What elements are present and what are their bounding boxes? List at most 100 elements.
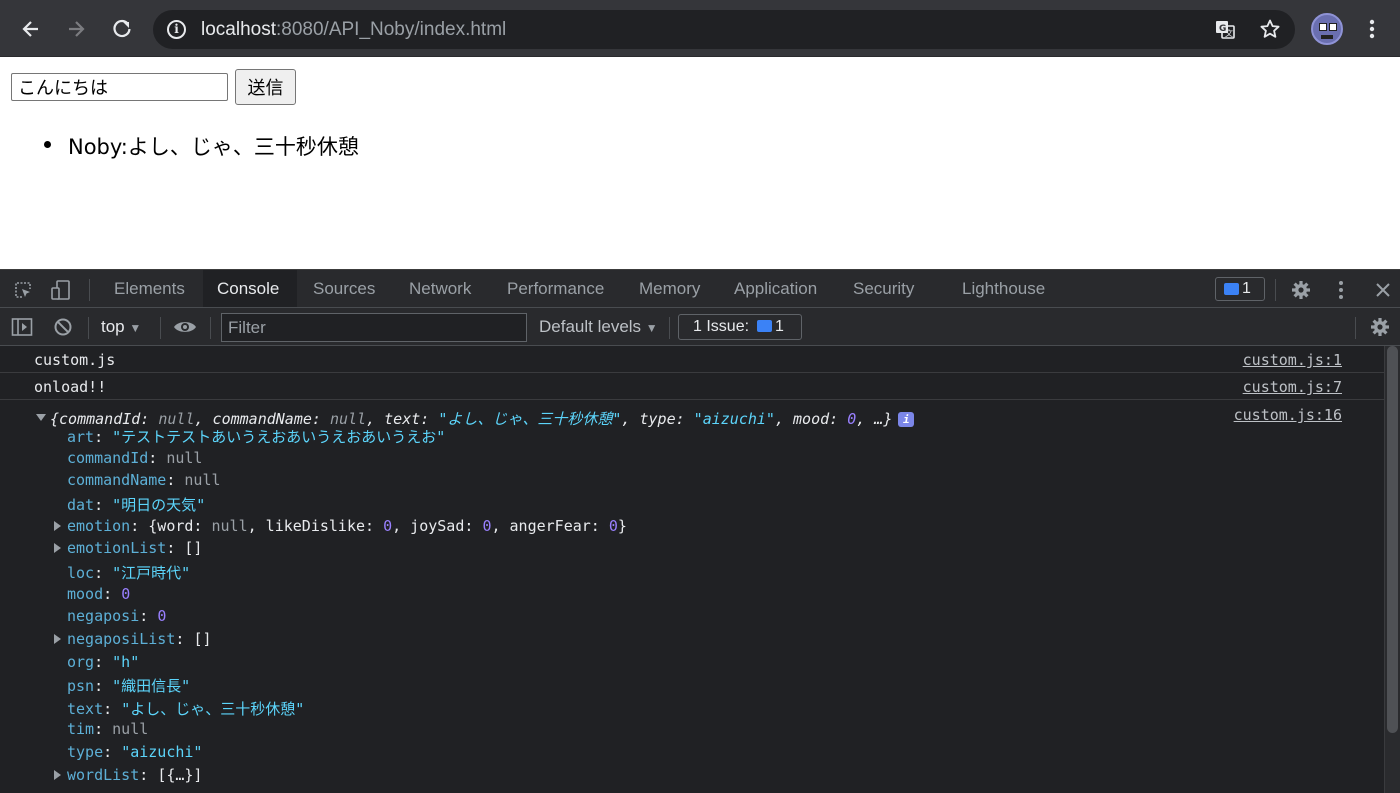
object-property-row: negaposi: 0 bbox=[67, 607, 166, 625]
close-devtools-icon[interactable] bbox=[1372, 279, 1394, 301]
avatar-mouth bbox=[1321, 35, 1333, 39]
browser-menu-icon[interactable] bbox=[1357, 14, 1387, 44]
toolbar-divider bbox=[210, 317, 211, 339]
console-filter-input[interactable] bbox=[221, 313, 527, 342]
value-token: {word: bbox=[148, 516, 212, 535]
object-property-row[interactable]: negaposiList: [] bbox=[67, 630, 212, 648]
property-colon: : bbox=[148, 448, 167, 467]
message-input[interactable] bbox=[11, 73, 228, 101]
property-key: negaposi bbox=[67, 607, 140, 626]
tab-performance[interactable]: Performance bbox=[493, 270, 618, 307]
inspect-element-icon[interactable] bbox=[12, 279, 34, 301]
live-expression-eye-icon[interactable] bbox=[173, 316, 197, 338]
back-arrow-icon[interactable] bbox=[16, 14, 46, 44]
value-token: null bbox=[184, 471, 221, 490]
object-property-row: psn: "織田信長" bbox=[67, 675, 190, 696]
property-colon: : bbox=[94, 677, 113, 696]
console-message-text: onload!! bbox=[34, 378, 107, 396]
property-key: art bbox=[67, 428, 95, 446]
console-toolbar: top ▼ Default levels ▼ 1 Issue:1 bbox=[0, 308, 1400, 346]
expand-triangle-icon[interactable] bbox=[54, 543, 61, 554]
tab-elements[interactable]: Elements bbox=[100, 270, 199, 307]
console-source-link[interactable]: custom.js:1 bbox=[1243, 351, 1342, 369]
console-message: custom.js custom.js:1 bbox=[0, 346, 1384, 373]
value-token: "明日の天気" bbox=[112, 495, 206, 514]
property-key: type bbox=[67, 743, 104, 762]
issue-chat-icon bbox=[1224, 283, 1239, 295]
value-token: "よし、じゃ、三十秒休憩" bbox=[121, 699, 305, 718]
expand-triangle-icon[interactable] bbox=[54, 769, 61, 780]
expand-triangle-icon[interactable] bbox=[54, 633, 61, 644]
value-token: , joySad: bbox=[392, 516, 483, 535]
value-token: 0 bbox=[121, 584, 131, 603]
console-source-link[interactable]: custom.js:7 bbox=[1243, 378, 1342, 396]
issues-counter-badge[interactable]: 1 bbox=[1215, 277, 1265, 301]
tab-console[interactable]: Console bbox=[203, 270, 297, 307]
value-token: "江戸時代" bbox=[112, 563, 191, 582]
devtools-menu-icon[interactable] bbox=[1333, 278, 1349, 302]
tab-memory[interactable]: Memory bbox=[625, 270, 714, 307]
property-colon: : bbox=[139, 607, 158, 626]
sidebar-toggle-icon[interactable] bbox=[10, 316, 34, 338]
dropdown-arrow-icon: ▼ bbox=[129, 321, 142, 335]
value-token: , likeDislike: bbox=[247, 516, 384, 535]
property-key: loc bbox=[67, 563, 95, 582]
tab-network[interactable]: Network bbox=[395, 270, 485, 307]
value-token: 0 bbox=[608, 516, 618, 535]
console-scrollbar[interactable] bbox=[1384, 346, 1400, 793]
object-property-row[interactable]: emotion: {word: null, likeDislike: 0, jo… bbox=[67, 517, 627, 535]
forward-arrow-icon[interactable] bbox=[61, 14, 91, 44]
property-colon: : bbox=[103, 699, 122, 718]
value-token: , angerFear: bbox=[491, 516, 609, 535]
object-property-row: tim: null bbox=[67, 720, 148, 738]
console-object-message: {commandId: null, commandName: null, tex… bbox=[0, 400, 1384, 793]
tab-lighthouse[interactable]: Lighthouse bbox=[948, 270, 1059, 307]
site-info-icon[interactable]: i bbox=[167, 20, 186, 39]
address-bar[interactable]: i localhost:8080/API_Noby/index.html G文 bbox=[153, 10, 1295, 49]
bookmark-star-icon[interactable] bbox=[1255, 14, 1285, 44]
context-selector[interactable]: top ▼ bbox=[101, 317, 141, 337]
object-property-row: loc: "江戸時代" bbox=[67, 562, 190, 583]
object-property-row[interactable]: emotionList: [] bbox=[67, 539, 202, 557]
profile-avatar[interactable] bbox=[1311, 13, 1343, 45]
reply-item: Noby:よし、じゃ、三十秒休憩 bbox=[68, 135, 359, 159]
console-settings-gear-icon[interactable] bbox=[1369, 316, 1391, 338]
clear-console-icon[interactable] bbox=[52, 316, 74, 338]
property-key: commandId bbox=[67, 448, 149, 467]
list-bullet bbox=[44, 141, 51, 148]
settings-gear-icon[interactable] bbox=[1289, 278, 1313, 302]
devtools-tabbar: Elements Console Sources Network Perform… bbox=[0, 270, 1400, 308]
toolbar-divider bbox=[89, 279, 90, 301]
property-colon: : bbox=[166, 471, 185, 490]
value-token: [] bbox=[193, 629, 212, 648]
value-token: null bbox=[112, 720, 149, 739]
collapse-triangle-icon[interactable] bbox=[36, 414, 46, 421]
property-colon: : bbox=[94, 428, 113, 446]
tab-application[interactable]: Application bbox=[720, 270, 831, 307]
send-button[interactable]: 送信 bbox=[235, 69, 296, 105]
value-token: } bbox=[617, 516, 627, 535]
reload-icon[interactable] bbox=[107, 14, 137, 44]
value-token: [{…}] bbox=[157, 765, 203, 784]
tab-sources[interactable]: Sources bbox=[299, 270, 389, 307]
tab-security[interactable]: Security bbox=[839, 270, 928, 307]
console-source-link[interactable]: custom.js:16 bbox=[1234, 406, 1342, 424]
info-badge-icon[interactable]: i bbox=[898, 412, 915, 427]
url-text[interactable]: localhost:8080/API_Noby/index.html bbox=[201, 19, 506, 41]
property-key: text bbox=[67, 699, 104, 718]
property-colon: : bbox=[94, 652, 113, 671]
object-property-row: dat: "明日の天気" bbox=[67, 494, 205, 515]
dropdown-arrow-icon: ▼ bbox=[645, 321, 658, 335]
device-toolbar-icon[interactable] bbox=[49, 278, 73, 302]
property-key: emotion bbox=[67, 516, 131, 535]
value-token: "h" bbox=[112, 652, 140, 671]
browser-toolbar: i localhost:8080/API_Noby/index.html G文 bbox=[0, 0, 1400, 57]
translate-icon[interactable]: G文 bbox=[1210, 14, 1240, 44]
scrollbar-thumb[interactable] bbox=[1387, 346, 1398, 733]
object-property-row[interactable]: wordList: [{…}] bbox=[67, 766, 202, 784]
issues-button[interactable]: 1 Issue: 1 bbox=[678, 314, 802, 340]
expand-triangle-icon[interactable] bbox=[54, 520, 61, 531]
value-token: 0 bbox=[847, 410, 857, 428]
object-property-row: type: "aizuchi" bbox=[67, 743, 202, 761]
log-levels-dropdown[interactable]: Default levels ▼ bbox=[539, 317, 658, 337]
